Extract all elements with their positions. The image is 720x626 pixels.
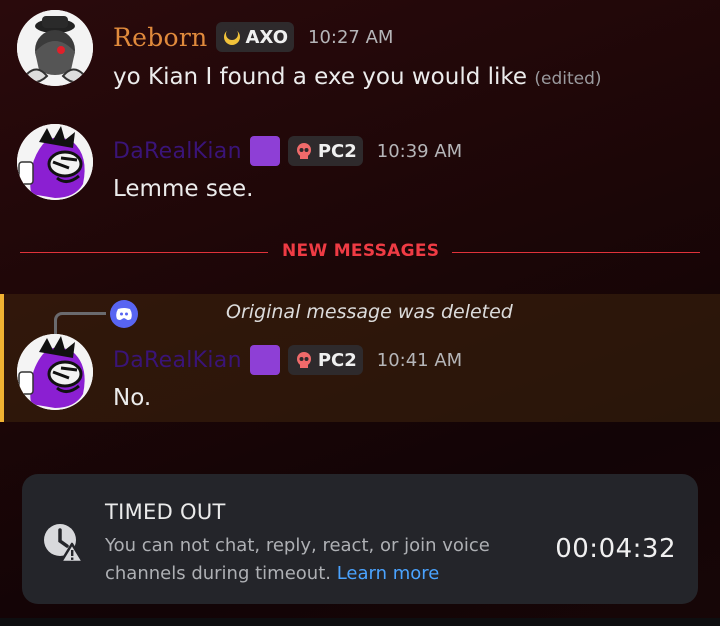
bottom-edge <box>0 618 720 626</box>
purple-square-emoji <box>249 345 280 375</box>
purple-square-emoji <box>249 136 280 166</box>
timestamp: 10:27 AM <box>308 26 394 48</box>
edited-label: (edited) <box>534 69 602 89</box>
clock-warning-icon <box>42 522 85 564</box>
message-text: yo Kian I found a exe you would like (ed… <box>113 64 602 90</box>
author-name[interactable]: DaRealKian <box>113 348 242 373</box>
message-content: No. <box>113 385 152 411</box>
tag-label: PC2 <box>317 349 357 371</box>
new-messages-divider: NEW MESSAGES <box>20 241 700 261</box>
tag-label: AXO <box>245 26 288 48</box>
skull-icon <box>296 143 311 159</box>
author-name[interactable]: DaRealKian <box>113 139 242 164</box>
learn-more-link[interactable]: Learn more <box>337 563 440 584</box>
message-content: Lemme see. <box>113 176 254 202</box>
tag-label: PC2 <box>317 140 357 162</box>
crescent-icon <box>223 28 240 45</box>
timeout-title: TIMED OUT <box>105 500 226 524</box>
guild-tag-pc2[interactable]: PC2 <box>287 345 363 375</box>
skull-icon <box>296 352 311 368</box>
timeout-timer: 00:04:32 <box>555 534 676 564</box>
avatar-kian[interactable] <box>17 334 93 410</box>
reply-preview[interactable]: Original message was deleted <box>226 301 513 323</box>
discord-icon <box>110 300 138 328</box>
guild-tag-pc2[interactable]: PC2 <box>287 136 363 166</box>
author-name[interactable]: Reborn <box>113 23 208 52</box>
avatar-reborn[interactable] <box>17 10 93 86</box>
avatar-kian[interactable] <box>17 124 93 200</box>
timestamp: 10:39 AM <box>376 140 463 162</box>
message-content: yo Kian I found a exe you would like <box>113 64 528 90</box>
divider-label: NEW MESSAGES <box>282 241 440 261</box>
timeout-notice: TIMED OUT You can not chat, reply, react… <box>22 474 698 604</box>
timeout-description: You can not chat, reply, react, or join … <box>105 532 525 588</box>
guild-tag-axo[interactable]: AXO <box>215 22 294 52</box>
timestamp: 10:41 AM <box>376 349 463 371</box>
